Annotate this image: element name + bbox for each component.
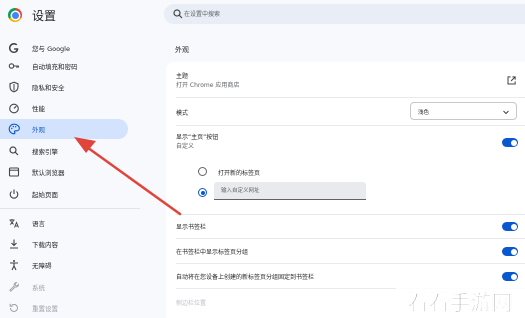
section-title: 外观 [175,46,189,54]
sidebar-item-reset-settings[interactable]: 重置设置 [0,298,128,318]
sidebar-item-appearance[interactable]: 外观 [0,119,128,139]
key-icon [8,63,20,69]
power-icon [9,189,19,199]
download-icon [10,239,18,249]
open-external-icon[interactable] [506,75,517,86]
shield-icon [9,81,19,93]
side-panel-label: 侧边栏位置 [176,300,207,307]
mode-value: 浅色 [418,110,430,116]
sidebar-item-accessibility[interactable]: 无障碍 [0,255,128,275]
reset-icon [9,303,18,312]
tab-groups-label: 在书签栏中显示标签页分组 [176,249,249,256]
sidebar-item-autofill[interactable]: 自动填充和密码 [0,56,128,76]
bookmarks-bar-toggle[interactable] [502,222,518,231]
sidebar-item-system[interactable]: 系统 [0,277,128,297]
divider [176,97,525,98]
watermark-logo: 看看手游网 [396,286,525,318]
mode-label: 模式 [176,110,189,117]
divider [176,238,525,239]
sidebar-item-downloads[interactable]: 下载内容 [0,234,128,254]
radio-new-tab[interactable] [198,167,207,176]
settings-window: 设置 您与 Google 自动填充和密码 隐私和安全 [0,0,525,318]
wrench-icon [9,282,19,292]
accessibility-icon [10,260,18,271]
search-bar[interactable] [164,4,525,24]
sidebar-item-search-engine[interactable]: 搜索引擎 [0,141,128,161]
search-input[interactable] [184,6,484,22]
appearance-card: 主题 打开 Chrome 应用商店 模式 浅色 显示“主页”按钮 自定义 打开新… [166,62,525,318]
google-icon [8,43,19,54]
browser-icon [8,167,20,177]
sidebar-item-languages[interactable]: 语言 [0,213,128,233]
palette-icon [8,123,20,135]
radio-custom-url[interactable] [198,188,207,197]
home-button-title: 显示“主页”按钮 [176,134,219,141]
home-button-subtitle: 自定义 [176,143,195,150]
theme-title: 主题 [176,73,189,80]
custom-url-field[interactable] [214,182,366,200]
divider [176,125,525,126]
sidebar-divider [0,208,140,209]
sidebar-item-you-and-google[interactable]: 您与 Google [0,38,128,58]
auto-pin-toggle[interactable] [502,272,518,281]
watermark-text: 看看手游网 [408,291,513,315]
search-icon [173,9,183,19]
sidebar-item-default-browser[interactable]: 默认浏览器 [0,162,128,182]
speedometer-icon [9,103,19,114]
search-icon [9,146,19,156]
theme-subtitle: 打开 Chrome 应用商店 [176,82,240,89]
sidebar-item-performance[interactable]: 性能 [0,98,128,118]
page-title: 设置 [32,9,57,23]
translate-icon [9,219,19,228]
sidebar-item-privacy[interactable]: 隐私和安全 [0,77,128,97]
sidebar-item-on-startup[interactable]: 起始页面 [0,184,128,204]
bookmarks-bar-label: 显示书签栏 [176,224,207,231]
home-button-toggle[interactable] [502,138,518,147]
divider [176,263,525,264]
chevron-down-icon [503,110,509,115]
tab-groups-toggle[interactable] [502,247,518,256]
mode-select[interactable]: 浅色 [410,102,517,120]
chrome-logo-icon [8,8,22,22]
custom-url-input[interactable] [221,185,361,197]
divider [176,214,525,215]
auto-pin-label: 自动将在您设备上创建的新标签页分组固定到书签栏 [176,274,315,281]
radio-new-tab-label: 打开新的标签页 [218,170,261,177]
